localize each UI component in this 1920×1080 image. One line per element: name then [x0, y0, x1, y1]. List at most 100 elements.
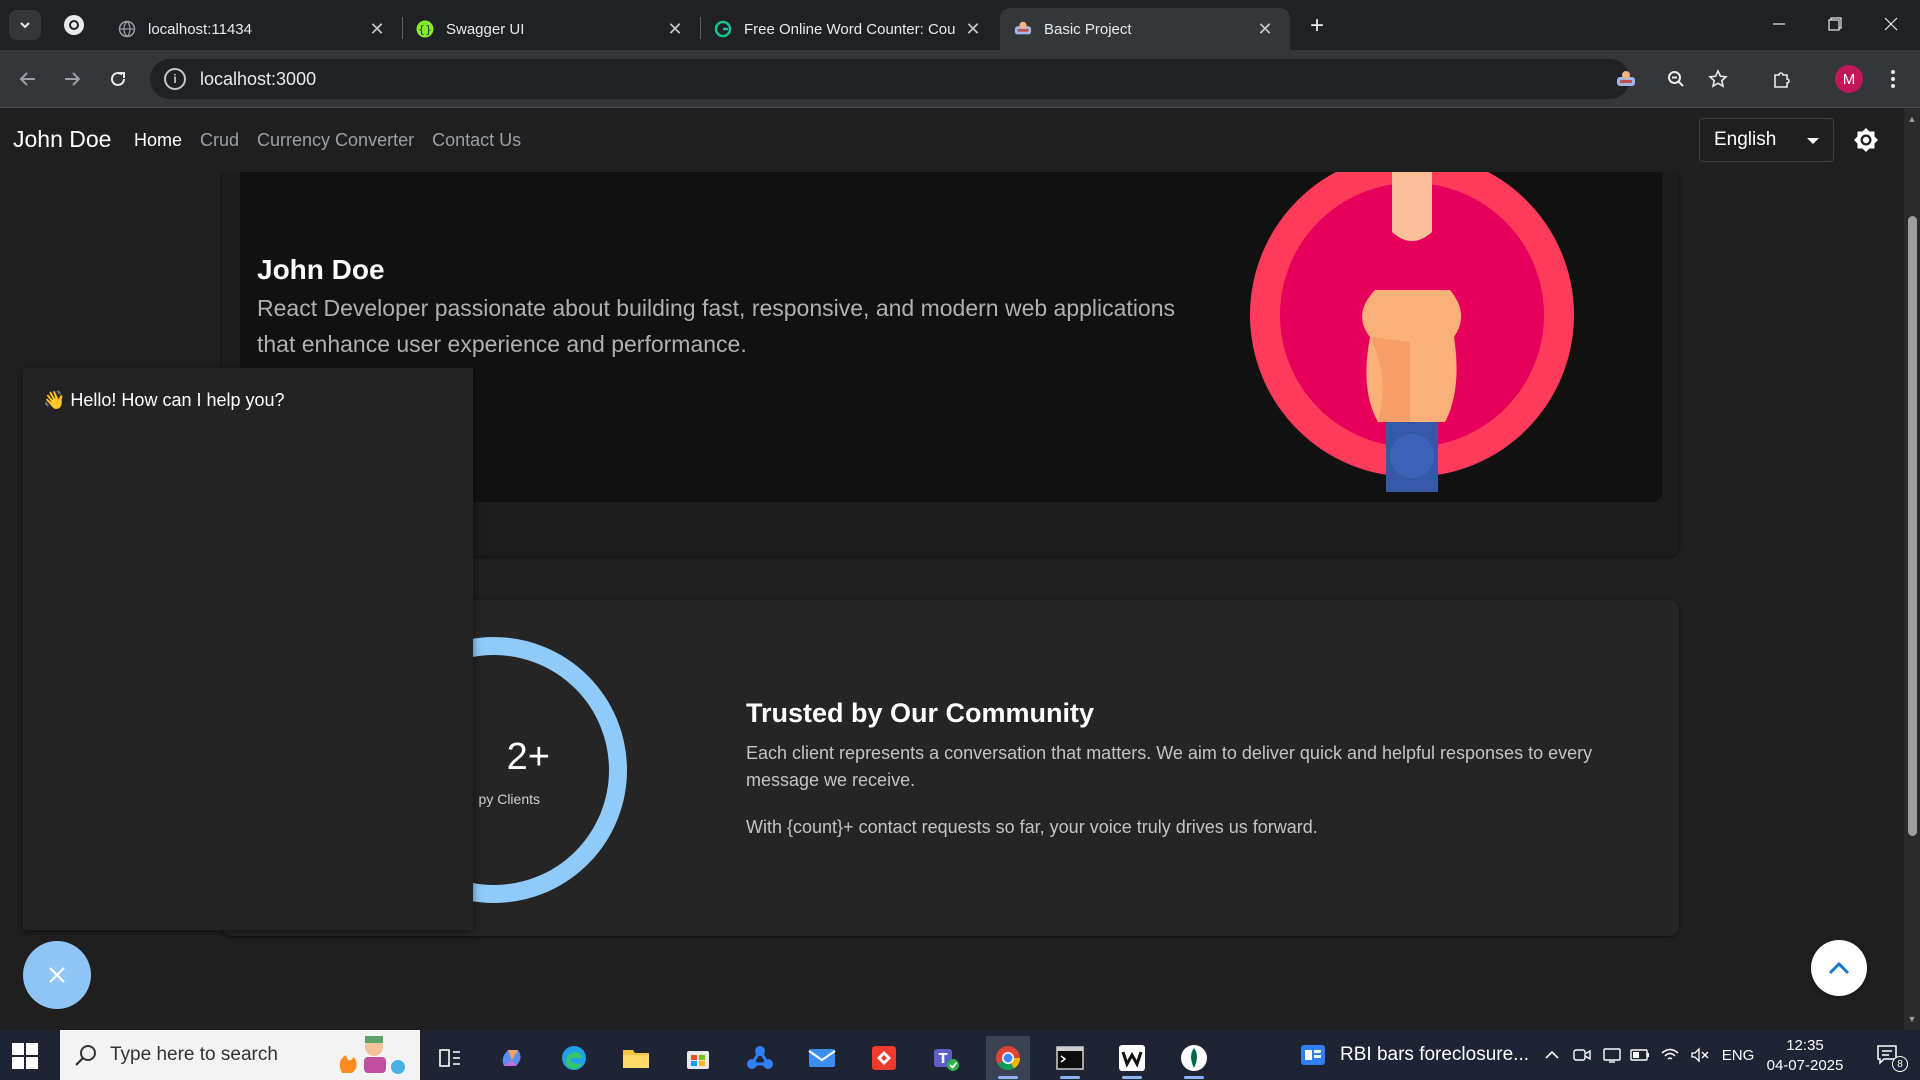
scroll-up-arrow-icon[interactable]: ▲	[1907, 114, 1917, 124]
minimize-icon	[1773, 23, 1785, 25]
close-tab-icon[interactable]: ✕	[664, 18, 686, 40]
extension-icon[interactable]	[1611, 64, 1641, 94]
nav-link-home[interactable]: Home	[134, 130, 182, 151]
task-view-icon[interactable]	[428, 1036, 472, 1080]
windows-taskbar: Type here to search T RBI bars foreclosu…	[0, 1030, 1920, 1080]
tab-search-button[interactable]	[9, 10, 41, 40]
tab-basic-project[interactable]: Basic Project ✕	[1000, 8, 1290, 50]
clock-date: 04-07-2025	[1766, 1057, 1844, 1074]
scrollbar-thumb[interactable]	[1908, 216, 1917, 836]
volume-muted-icon[interactable]	[1686, 1030, 1714, 1080]
chat-greeting: 👋 Hello! How can I help you?	[43, 390, 285, 410]
trust-paragraph-1: Each client represents a conversation th…	[746, 743, 1593, 790]
caret-down-icon	[1807, 138, 1819, 144]
word-counter-icon	[714, 20, 732, 38]
notification-badge: 8	[1892, 1056, 1908, 1072]
trust-title: Trusted by Our Community	[746, 698, 1095, 728]
brand-logo[interactable]: John Doe	[13, 126, 111, 153]
copilot-icon[interactable]	[490, 1036, 534, 1080]
teams-icon[interactable]: T	[924, 1036, 968, 1080]
close-tab-icon[interactable]: ✕	[962, 18, 984, 40]
tab-title: Swagger UI	[446, 20, 525, 38]
new-tab-button[interactable]: +	[1303, 12, 1331, 40]
restore-icon	[1828, 17, 1842, 31]
brightness-icon	[1854, 128, 1878, 152]
input-language[interactable]: ENG	[1716, 1030, 1760, 1080]
wordpad-w-icon[interactable]	[1110, 1036, 1154, 1080]
language-select[interactable]: English	[1699, 118, 1834, 162]
nav-link-currency-converter[interactable]: Currency Converter	[257, 130, 414, 151]
site-info-icon[interactable]: i	[164, 68, 186, 90]
taskbar-clock[interactable]: 12:35 04-07-2025	[1760, 1036, 1850, 1076]
clock-time: 12:35	[1786, 1037, 1824, 1054]
close-window-button[interactable]	[1862, 0, 1920, 48]
address-text: localhost:3000	[200, 68, 317, 89]
back-button[interactable]	[12, 63, 44, 95]
nav-links: Home Crud Currency Converter Contact Us	[134, 130, 521, 151]
mail-icon[interactable]	[800, 1036, 844, 1080]
scroll-to-top-button[interactable]	[1811, 940, 1867, 996]
terminal-icon[interactable]	[1048, 1036, 1092, 1080]
menu-kebab-icon[interactable]	[1878, 64, 1908, 94]
tray-chevron-up-icon[interactable]	[1538, 1030, 1566, 1080]
ollama-icon	[64, 15, 84, 35]
tab-swagger-ui[interactable]: {} Swagger UI ✕	[402, 8, 700, 50]
taskbar-search-box[interactable]: Type here to search	[60, 1030, 420, 1080]
forward-button[interactable]	[56, 63, 88, 95]
site-navbar: John Doe Home Crud Currency Converter Co…	[0, 108, 1904, 172]
page-viewport: John Doe React Developer passionate abou…	[0, 108, 1904, 1030]
notifications-button[interactable]: 8	[1866, 1030, 1910, 1080]
mongodb-compass-icon[interactable]	[1172, 1036, 1216, 1080]
svg-text:{}: {}	[418, 23, 432, 36]
hero-name: John Doe	[257, 254, 385, 285]
nav-link-contact-us[interactable]: Contact Us	[432, 130, 521, 151]
tab-localhost-11434[interactable]: localhost:11434 ✕	[104, 8, 402, 50]
language-value: English	[1714, 129, 1777, 150]
trust-paragraph-2: With {count}+ contact requests so far, y…	[746, 817, 1318, 837]
news-headline: RBI bars foreclosure...	[1340, 1044, 1530, 1065]
battery-icon[interactable]	[1626, 1030, 1654, 1080]
windows-start-button[interactable]	[12, 1043, 38, 1069]
scroll-down-arrow-icon[interactable]: ▼	[1907, 1014, 1917, 1024]
arrow-right-icon	[65, 72, 81, 86]
anydesk-icon[interactable]	[862, 1036, 906, 1080]
close-tab-icon[interactable]: ✕	[366, 18, 388, 40]
restore-button[interactable]	[1806, 0, 1864, 48]
arrow-left-icon	[19, 72, 35, 86]
page-scrollbar[interactable]: ▲ ▼	[1904, 108, 1920, 1030]
news-widget-icon	[1301, 1045, 1325, 1065]
search-highlight-art-icon	[339, 1036, 405, 1074]
reload-icon	[111, 71, 125, 86]
sync-app-icon[interactable]	[738, 1036, 782, 1080]
edge-browser-icon[interactable]	[552, 1036, 596, 1080]
reload-button[interactable]	[102, 63, 134, 95]
chat-close-button[interactable]	[23, 941, 91, 1009]
tab-title: Free Online Word Counter: Cou	[744, 20, 956, 38]
nav-link-crud[interactable]: Crud	[200, 130, 239, 151]
close-icon	[49, 967, 65, 983]
wifi-icon[interactable]	[1656, 1030, 1684, 1080]
close-tab-icon[interactable]: ✕	[1254, 18, 1276, 40]
profile-avatar[interactable]: M	[1835, 65, 1863, 93]
extensions-puzzle-icon[interactable]	[1767, 64, 1797, 94]
tab-title: Basic Project	[1044, 20, 1132, 38]
bookmark-star-icon[interactable]	[1703, 64, 1733, 94]
microsoft-store-icon[interactable]	[676, 1036, 720, 1080]
address-bar[interactable]: i localhost:3000	[150, 59, 1630, 99]
tab-word-counter[interactable]: Free Online Word Counter: Cou ✕	[700, 8, 998, 50]
zoom-icon[interactable]	[1661, 64, 1691, 94]
swagger-icon: {}	[416, 20, 434, 38]
chevron-up-icon	[1828, 961, 1850, 975]
meet-now-icon[interactable]	[1568, 1030, 1596, 1080]
globe-icon	[118, 20, 136, 38]
file-explorer-icon[interactable]	[614, 1036, 658, 1080]
chat-panel[interactable]: 👋 Hello! How can I help you?	[23, 368, 473, 930]
theme-toggle-button[interactable]	[1851, 125, 1881, 155]
svg-text:T: T	[939, 1052, 948, 1067]
project-favicon-icon	[1014, 20, 1032, 38]
display-tray-icon[interactable]	[1598, 1030, 1626, 1080]
minimize-button[interactable]	[1750, 0, 1808, 48]
chrome-icon[interactable]	[986, 1036, 1030, 1080]
chevron-down-icon	[20, 22, 30, 29]
taskbar-news-widget[interactable]: RBI bars foreclosure...	[1300, 1030, 1529, 1080]
